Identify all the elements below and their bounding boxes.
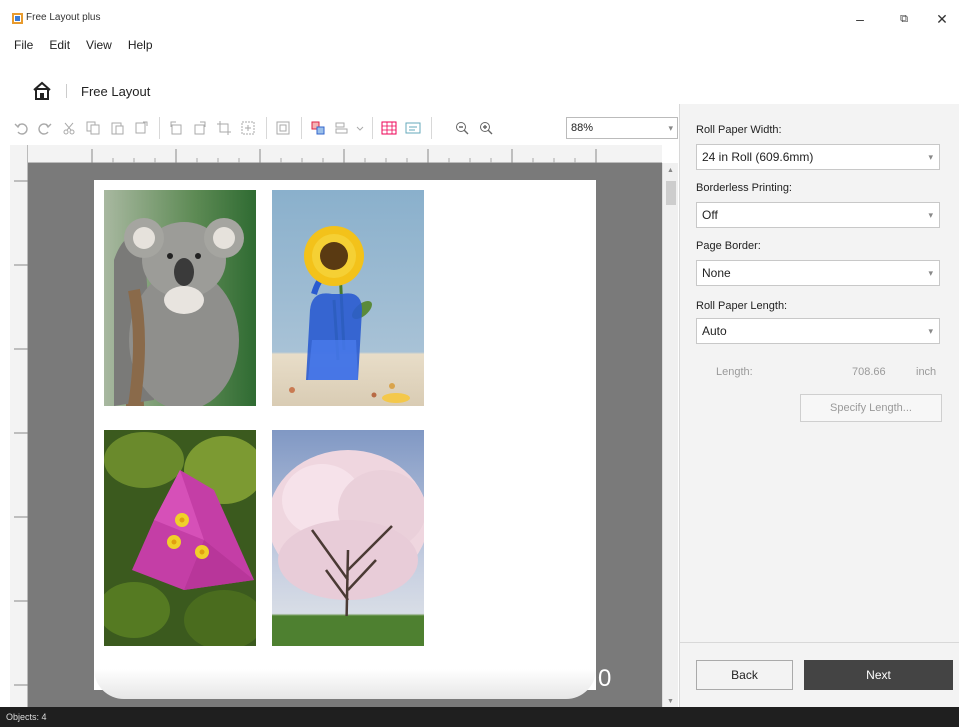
cherry-tree-photo[interactable] — [272, 430, 424, 646]
borderless-select[interactable]: Off ▾ — [696, 202, 940, 228]
roll-length-select[interactable]: Auto ▾ — [696, 318, 940, 344]
toolbar-separator — [159, 117, 160, 139]
chevron-down-icon: ▾ — [668, 123, 673, 133]
scroll-up-icon[interactable]: ▲ — [667, 167, 674, 174]
layout-canvas[interactable]: 0 — [28, 163, 662, 707]
cut-icon[interactable] — [58, 117, 80, 139]
window-title: Free Layout plus — [26, 12, 101, 23]
toolbar-separator — [431, 117, 432, 139]
length-label: Length: — [716, 366, 753, 378]
chevron-down-icon: ▾ — [928, 268, 933, 278]
vertical-ruler — [10, 145, 28, 707]
page-border-select[interactable]: None ▾ — [696, 260, 940, 286]
text-icon[interactable] — [402, 117, 424, 139]
page-border-value: None — [702, 266, 731, 280]
toolbar-separator — [372, 117, 373, 139]
grid-icon[interactable] — [378, 117, 400, 139]
scrollbar-thumb[interactable] — [666, 181, 676, 205]
paper-sheet[interactable] — [94, 180, 596, 690]
align-icon[interactable] — [331, 117, 353, 139]
home-icon[interactable] — [32, 81, 52, 101]
borderless-value: Off — [702, 208, 718, 222]
roll-end-marker-icon: 0 — [598, 665, 612, 692]
toolbar-separator — [301, 117, 302, 139]
chevron-down-icon: ▾ — [928, 326, 933, 336]
roll-width-label: Roll Paper Width: — [696, 124, 782, 136]
back-button[interactable]: Back — [696, 660, 793, 690]
breadcrumb-current: Free Layout — [81, 83, 151, 99]
menu-file[interactable]: File — [14, 38, 33, 58]
objects-count: Objects: 4 — [6, 712, 47, 722]
chevron-down-icon: ▾ — [928, 210, 933, 220]
zoom-select[interactable]: 88% ▾ — [566, 117, 678, 139]
copy-icon[interactable] — [82, 117, 104, 139]
borderless-label: Borderless Printing: — [696, 182, 792, 194]
undo-icon[interactable] — [10, 117, 32, 139]
horizontal-ruler — [28, 145, 662, 163]
breadcrumb-separator — [66, 84, 67, 98]
fit-icon[interactable] — [237, 117, 259, 139]
arrange-icon[interactable] — [307, 117, 329, 139]
panel-divider — [680, 642, 959, 643]
scroll-down-icon[interactable]: ▼ — [667, 698, 674, 705]
sunflower-photo[interactable] — [272, 190, 424, 406]
specify-length-button[interactable]: Specify Length... — [800, 394, 942, 422]
breadcrumb: Free Layout — [32, 80, 150, 102]
length-row: Length: 708.66 inch — [716, 366, 942, 378]
menu-bar: File Edit View Help — [14, 38, 153, 58]
menu-edit[interactable]: Edit — [49, 38, 70, 58]
settings-panel: Roll Paper Width: 24 in Roll (609.6mm) ▾… — [679, 104, 959, 707]
toolbar-separator — [266, 117, 267, 139]
length-value: 708.66 — [852, 366, 886, 378]
roll-paper-end — [94, 669, 596, 699]
roll-width-select[interactable]: 24 in Roll (609.6mm) ▾ — [696, 144, 940, 170]
minimize-button[interactable]: – — [846, 8, 874, 30]
toolbar: 88% ▾ — [10, 113, 678, 143]
zoom-out-icon[interactable] — [451, 117, 473, 139]
bougainvillea-photo[interactable] — [104, 430, 256, 646]
restore-button[interactable]: ⧉ — [890, 8, 918, 30]
paste-icon[interactable] — [106, 117, 128, 139]
zoom-value: 88% — [571, 122, 594, 134]
canvas-scrollbar[interactable]: ▲ ▼ — [662, 163, 678, 707]
redo-icon[interactable] — [34, 117, 56, 139]
title-bar: Free Layout plus – ⧉ ✕ — [0, 0, 959, 36]
roll-length-label: Roll Paper Length: — [696, 300, 788, 312]
status-bar: Objects: 4 — [0, 707, 959, 727]
roll-length-value: Auto — [702, 324, 727, 338]
rotate-left-icon[interactable] — [165, 117, 187, 139]
menu-help[interactable]: Help — [128, 38, 153, 58]
koala-photo[interactable] — [104, 190, 256, 406]
rotate-right-icon[interactable] — [189, 117, 211, 139]
length-unit: inch — [916, 366, 937, 378]
chevron-down-icon: ▾ — [928, 152, 933, 162]
align-dropdown-icon[interactable] — [355, 117, 365, 139]
insert-icon[interactable] — [130, 117, 152, 139]
close-button[interactable]: ✕ — [928, 8, 956, 30]
frame-icon[interactable] — [272, 117, 294, 139]
menu-view[interactable]: View — [86, 38, 112, 58]
app-icon — [12, 13, 23, 24]
crop-icon[interactable] — [213, 117, 235, 139]
next-button[interactable]: Next — [804, 660, 953, 690]
page-border-label: Page Border: — [696, 240, 761, 252]
roll-width-value: 24 in Roll (609.6mm) — [702, 150, 814, 164]
zoom-in-icon[interactable] — [475, 117, 497, 139]
